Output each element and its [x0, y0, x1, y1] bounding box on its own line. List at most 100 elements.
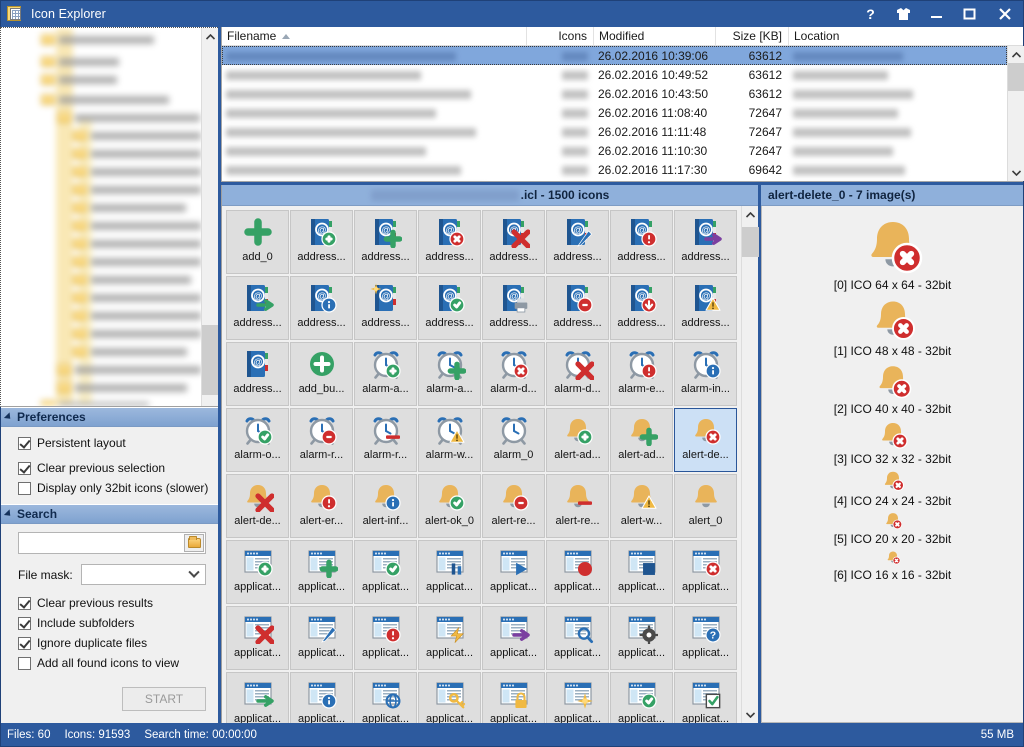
tree-item[interactable] [57, 362, 201, 377]
tree-scrollbar[interactable] [201, 28, 218, 406]
icon-cell-selected[interactable]: alert-de... [674, 408, 737, 472]
icon-cell[interactable]: @ address... [482, 276, 545, 340]
icon-cell[interactable]: @ address... [610, 210, 673, 274]
icon-cell[interactable]: alarm-r... [290, 408, 353, 472]
tree-item[interactable] [73, 164, 201, 179]
checkbox[interactable] [18, 437, 31, 450]
icon-cell[interactable]: alert-ad... [546, 408, 609, 472]
pref-persistent-layout[interactable]: Persistent layout [18, 433, 218, 453]
icon-cell[interactable]: alert-ok_0 [418, 474, 481, 538]
scroll-down-icon[interactable] [1008, 164, 1024, 181]
icon-cell[interactable]: alarm_0 [482, 408, 545, 472]
tree-item[interactable] [73, 128, 201, 143]
icon-cell[interactable]: @ address... [610, 276, 673, 340]
icon-cell[interactable]: alert-er... [290, 474, 353, 538]
table-row[interactable]: 26.02.2016 11:22:0869642 [222, 179, 1007, 181]
tree-item[interactable] [41, 398, 149, 406]
preview-item[interactable]: [2] ICO 40 x 40 - 32bit [762, 360, 1023, 416]
tree-item[interactable] [73, 326, 201, 341]
start-button[interactable]: START [122, 687, 206, 711]
preview-item[interactable]: [1] ICO 48 x 48 - 32bit [762, 294, 1023, 358]
tree-item[interactable] [73, 308, 201, 323]
icon-cell[interactable]: applicat... [418, 672, 481, 723]
tree-item[interactable] [73, 344, 187, 359]
checkbox[interactable] [18, 637, 31, 650]
checkbox[interactable] [18, 617, 31, 630]
icon-cell[interactable]: @ address... [418, 276, 481, 340]
tree-item[interactable] [73, 182, 201, 197]
icon-cell[interactable]: applicat... [674, 540, 737, 604]
icon-cell[interactable]: @ address... [482, 210, 545, 274]
tree-item[interactable] [41, 32, 154, 47]
column-header-location[interactable]: Location [789, 27, 1024, 45]
folder-tree-panel[interactable] [0, 27, 218, 407]
icon-cell[interactable]: @ address... [354, 276, 417, 340]
icon-cell[interactable]: applicat... [226, 606, 289, 670]
icon-cell[interactable]: applicat... [482, 606, 545, 670]
file-list-scroll-thumb[interactable] [1008, 63, 1024, 91]
tree-item[interactable] [73, 200, 186, 215]
icon-cell[interactable]: alert-ad... [610, 408, 673, 472]
icon-cell[interactable]: alarm-a... [418, 342, 481, 406]
column-header-modified[interactable]: Modified [594, 27, 716, 45]
file-list[interactable]: Filename Icons Modified Size [KB] Locati… [221, 27, 1024, 182]
table-row[interactable]: 26.02.2016 11:17:3069642 [222, 160, 1007, 179]
icon-cell[interactable]: applicat... [290, 672, 353, 723]
checkbox[interactable] [18, 597, 31, 610]
icon-cell[interactable]: alarm-d... [482, 342, 545, 406]
icon-cell[interactable]: applicat... [354, 540, 417, 604]
tree-item[interactable] [73, 218, 201, 233]
icon-cell[interactable]: applicat... [610, 672, 673, 723]
help-button[interactable]: ? [854, 0, 887, 27]
search-section-header[interactable]: Search [0, 504, 218, 524]
checkbox[interactable] [18, 657, 31, 670]
file-list-scroll-track[interactable] [1008, 63, 1024, 164]
icon-grid-scroll-thumb[interactable] [742, 227, 759, 257]
opt-add-all-found-icons[interactable]: Add all found icons to view [18, 653, 218, 673]
preview-list[interactable]: [0] ICO 64 x 64 - 32bit [1] ICO 48 x 48 … [761, 206, 1024, 723]
icon-cell[interactable]: applicat... [290, 606, 353, 670]
file-list-scrollbar[interactable] [1007, 46, 1024, 181]
icon-cell[interactable]: applicat... [482, 672, 545, 723]
preview-item[interactable]: [4] ICO 24 x 24 - 32bit [762, 468, 1023, 508]
close-button[interactable] [986, 0, 1024, 27]
table-row[interactable]: 26.02.2016 10:43:5063612 [222, 84, 1007, 103]
tree-item[interactable] [73, 236, 201, 251]
icon-cell[interactable]: alert-inf... [354, 474, 417, 538]
pref-clear-previous-selection[interactable]: Clear previous selection [18, 458, 218, 478]
icon-cell[interactable]: applicat... [546, 540, 609, 604]
icon-cell[interactable]: alert-de... [226, 474, 289, 538]
icon-cell[interactable]: @ address... [226, 342, 289, 406]
tree-item[interactable] [57, 380, 187, 395]
icon-cell[interactable]: applicat... [482, 540, 545, 604]
icon-cell[interactable]: applicat... [418, 540, 481, 604]
icon-cell[interactable]: alert-re... [546, 474, 609, 538]
opt-clear-previous-results[interactable]: Clear previous results [18, 593, 218, 613]
file-list-rows[interactable]: 26.02.2016 10:39:066361226.02.2016 10:49… [222, 46, 1007, 181]
tree-scroll-track[interactable] [202, 45, 218, 406]
folder-tree[interactable] [1, 28, 201, 406]
icon-cell[interactable]: applicat... [226, 540, 289, 604]
minimize-button[interactable] [920, 0, 953, 27]
column-header-filename[interactable]: Filename [222, 27, 527, 45]
preview-item[interactable]: [6] ICO 16 x 16 - 32bit [762, 548, 1023, 582]
preview-item[interactable]: [0] ICO 64 x 64 - 32bit [762, 212, 1023, 292]
column-header-size[interactable]: Size [KB] [716, 27, 789, 45]
icon-cell[interactable]: @ address... [546, 210, 609, 274]
icon-cell[interactable]: alarm-in... [674, 342, 737, 406]
icon-cell[interactable]: add_0 [226, 210, 289, 274]
icon-cell[interactable]: alert-w... [610, 474, 673, 538]
tree-item[interactable] [41, 72, 117, 87]
icon-cell[interactable]: applicat... [418, 606, 481, 670]
theme-button[interactable] [887, 0, 920, 27]
icon-cell[interactable]: applicat... [546, 672, 609, 723]
tree-item[interactable] [73, 290, 201, 305]
table-row[interactable]: 26.02.2016 10:39:0663612 [222, 46, 1007, 65]
checkbox[interactable] [18, 462, 31, 475]
icon-cell[interactable]: alarm-d... [546, 342, 609, 406]
icon-cell[interactable]: applicat... [226, 672, 289, 723]
preferences-section-header[interactable]: Preferences [0, 407, 218, 427]
tree-scroll-thumb[interactable] [202, 325, 218, 395]
tree-item[interactable] [41, 92, 169, 107]
icon-cell[interactable]: alert-re... [482, 474, 545, 538]
